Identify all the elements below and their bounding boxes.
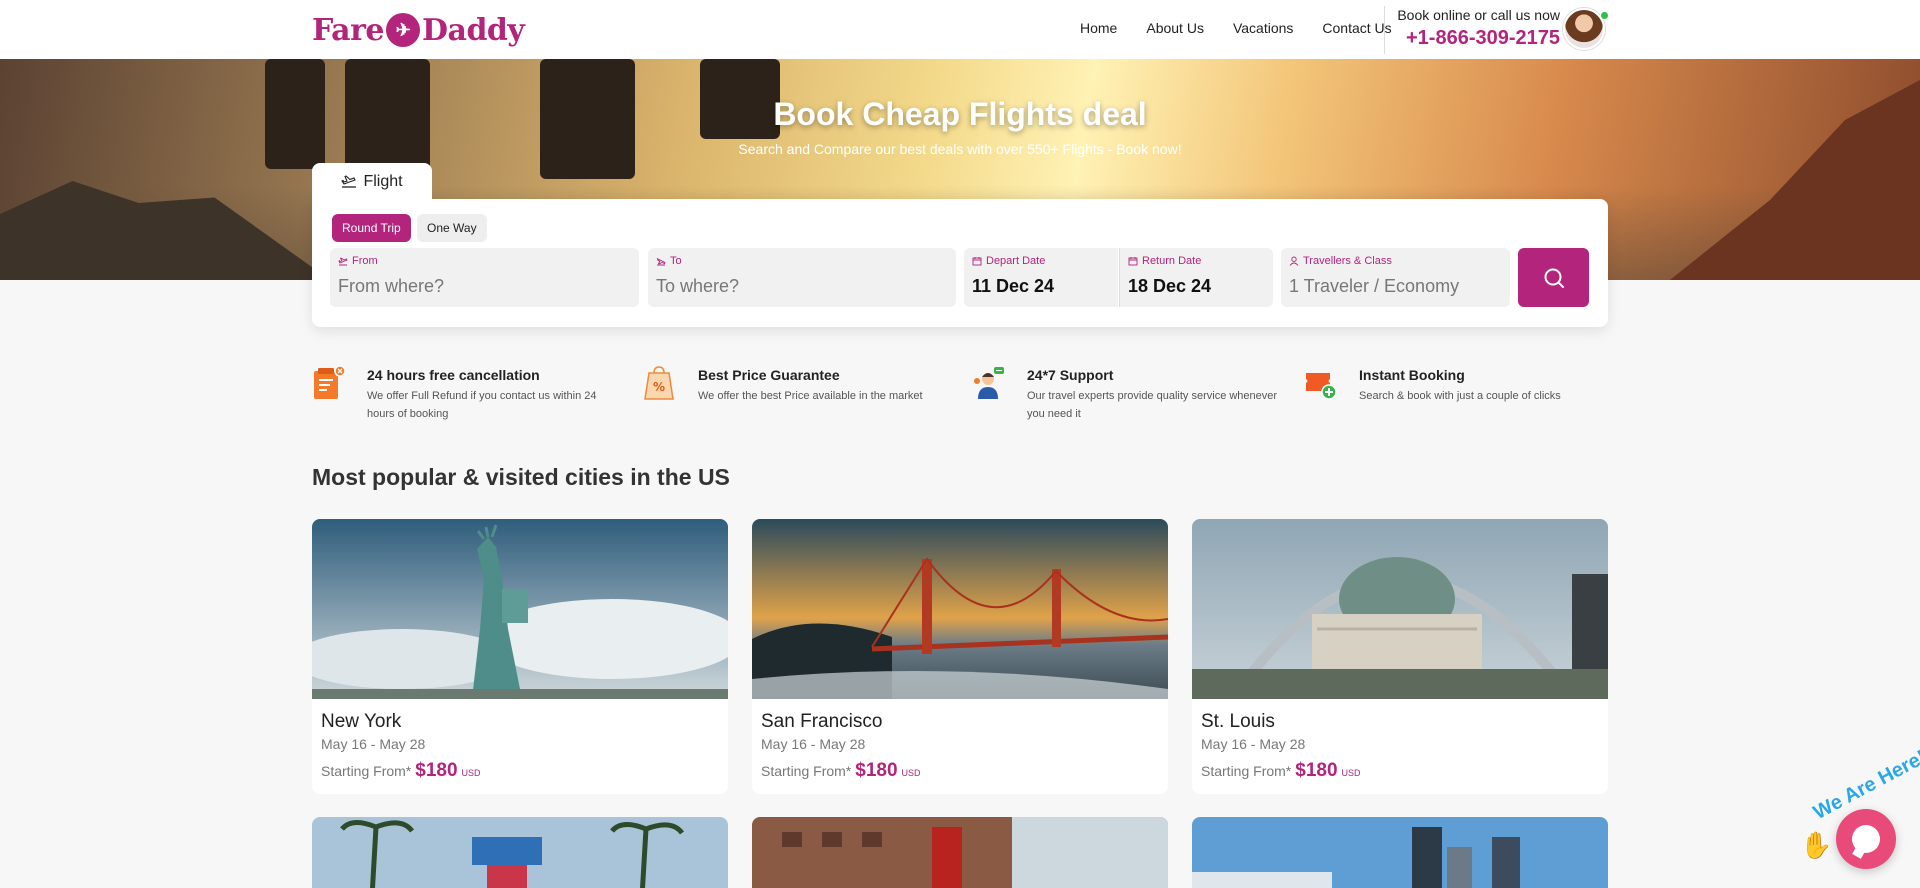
- departure-icon: [338, 256, 348, 265]
- city-image: [1192, 817, 1608, 888]
- plane-icon: [341, 174, 357, 188]
- return-label: Return Date: [1142, 255, 1202, 267]
- city-name: San Francisco: [761, 711, 883, 732]
- user-icon: [1289, 256, 1299, 266]
- support-agent-icon: [974, 367, 1004, 399]
- round-trip-toggle[interactable]: Round Trip: [332, 214, 411, 242]
- hero-mountain-left: [0, 181, 330, 280]
- feature-description: We offer Full Refund if you contact us w…: [367, 390, 597, 420]
- nav-vacations[interactable]: Vacations: [1233, 20, 1293, 36]
- city-image: [312, 817, 728, 888]
- flight-search-card: Round Trip One Way From From where? To T…: [312, 199, 1608, 327]
- city-dates: May 16 - May 28: [761, 736, 866, 752]
- to-input[interactable]: To where?: [656, 276, 948, 297]
- starting-from-label: Starting From*: [1201, 763, 1292, 779]
- new-york-image: [312, 519, 728, 699]
- feature-title: 24 hours free cancellation: [367, 367, 540, 383]
- arrival-icon: [656, 257, 666, 265]
- svg-text:%: %: [653, 380, 665, 394]
- feature-description: We offer the best Price available in the…: [698, 390, 923, 402]
- feature-description: Search & book with just a couple of clic…: [1359, 390, 1561, 402]
- city-name: St. Louis: [1201, 711, 1275, 732]
- logo[interactable]: Fare ✈ Daddy: [312, 9, 525, 51]
- city-dates: May 16 - May 28: [321, 736, 426, 752]
- city-price: $180: [415, 760, 458, 781]
- city-card[interactable]: [312, 817, 728, 888]
- search-button[interactable]: [1518, 248, 1589, 307]
- feature-title: 24*7 Support: [1027, 367, 1114, 383]
- tab-flight-label: Flight: [363, 172, 403, 190]
- nav-about-us[interactable]: About Us: [1146, 20, 1204, 36]
- currency-label: USD: [901, 768, 921, 778]
- travellers-value: 1 Traveler / Economy: [1289, 276, 1460, 296]
- city-card-san-francisco[interactable]: San Francisco May 16 - May 28 Starting F…: [752, 519, 1168, 794]
- city-card[interactable]: [752, 817, 1168, 888]
- calendar-icon: [972, 257, 982, 266]
- return-date-value: 18 Dec 24: [1128, 276, 1212, 296]
- st-louis-image: [1192, 519, 1608, 699]
- plane-logo-icon: ✈: [386, 13, 420, 47]
- depart-date-field[interactable]: Depart Date 11 Dec 24: [964, 248, 1118, 307]
- travellers-label: Travellers & Class: [1303, 255, 1392, 267]
- to-field[interactable]: To To where?: [648, 248, 956, 307]
- hero-subtitle: Search and Compare our best deals with o…: [738, 141, 1182, 157]
- city-dates: May 16 - May 28: [1201, 736, 1306, 752]
- city-image: [752, 817, 1168, 888]
- main-nav: Home About Us Vacations Contact Us: [1080, 20, 1392, 36]
- online-status-dot: [1600, 11, 1609, 20]
- return-date-field[interactable]: Return Date 18 Dec 24: [1119, 248, 1273, 307]
- callout-text: Book online or call us now: [1397, 7, 1560, 23]
- feature-title: Instant Booking: [1359, 367, 1465, 383]
- city-name: New York: [321, 711, 402, 732]
- search-icon: [1544, 268, 1564, 288]
- city-card[interactable]: [1192, 817, 1608, 888]
- tab-flight[interactable]: Flight: [312, 163, 432, 200]
- calendar-icon: [1128, 257, 1138, 266]
- logo-text-left: Fare: [312, 12, 385, 48]
- chat-bubble-icon: [1852, 825, 1880, 853]
- phone-number[interactable]: +1-866-309-2175: [1393, 27, 1560, 50]
- logo-text-right: Daddy: [422, 12, 525, 48]
- city-card-new-york[interactable]: New York May 16 - May 28 Starting From* …: [312, 519, 728, 794]
- price-tag-icon: %: [644, 366, 674, 400]
- live-chat-button[interactable]: [1836, 809, 1896, 869]
- depart-label: Depart Date: [986, 255, 1046, 267]
- call-callout: Book online or call us now +1-866-309-21…: [1384, 6, 1560, 54]
- city-price: $180: [1295, 760, 1338, 781]
- one-way-toggle[interactable]: One Way: [417, 214, 487, 242]
- from-label: From: [352, 255, 378, 267]
- currency-label: USD: [1341, 768, 1361, 778]
- hero-title: Book Cheap Flights deal: [773, 96, 1147, 132]
- nav-contact-us[interactable]: Contact Us: [1322, 20, 1391, 36]
- san-francisco-image: [752, 519, 1168, 699]
- to-label: To: [670, 255, 682, 267]
- from-input[interactable]: From where?: [338, 276, 631, 297]
- nav-home[interactable]: Home: [1080, 20, 1117, 36]
- depart-date-value: 11 Dec 24: [972, 276, 1055, 296]
- starting-from-label: Starting From*: [761, 763, 852, 779]
- starting-from-label: Starting From*: [321, 763, 412, 779]
- city-price: $180: [855, 760, 898, 781]
- city-card-st-louis[interactable]: St. Louis May 16 - May 28 Starting From*…: [1192, 519, 1608, 794]
- feature-title: Best Price Guarantee: [698, 367, 840, 383]
- currency-label: USD: [461, 768, 481, 778]
- feature-description: Our travel experts provide quality servi…: [1027, 390, 1278, 420]
- travellers-field[interactable]: Travellers & Class 1 Traveler / Economy: [1281, 248, 1510, 307]
- waving-hand-icon: ✋: [1800, 830, 1833, 860]
- from-field[interactable]: From From where?: [330, 248, 639, 307]
- site-header: Fare ✈ Daddy Home About Us Vacations Con…: [0, 0, 1920, 59]
- popular-cities-heading: Most popular & visited cities in the US: [312, 464, 730, 490]
- ticket-icon: [1306, 373, 1337, 400]
- agent-avatar[interactable]: [1563, 8, 1605, 50]
- cancellation-icon: [314, 365, 345, 399]
